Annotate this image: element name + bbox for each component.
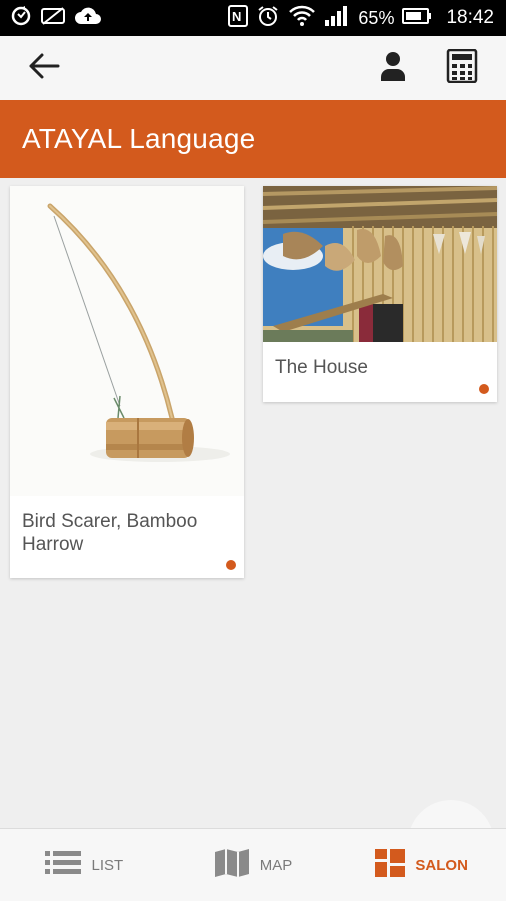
list-icon xyxy=(45,850,82,881)
back-arrow-icon xyxy=(28,52,60,85)
page-title: ATAYAL Language xyxy=(22,123,256,154)
section-header: ATAYAL Language xyxy=(0,100,506,178)
alarm-icon xyxy=(256,4,280,33)
card-label: Bird Scarer, Bamboo Harrow xyxy=(22,511,198,555)
calculator-icon xyxy=(446,48,478,87)
app-bar xyxy=(0,36,506,100)
sync-icon xyxy=(10,5,32,32)
profile-button[interactable] xyxy=(380,50,406,87)
signal-icon xyxy=(324,5,350,32)
bird-scarer-photo xyxy=(10,186,244,496)
indicator-dot xyxy=(226,560,236,570)
back-button[interactable] xyxy=(16,36,72,100)
cloud-upload-icon xyxy=(74,6,102,31)
clock: 18:42 xyxy=(446,7,494,28)
nfc-icon: N xyxy=(228,4,249,32)
svg-text:N: N xyxy=(232,9,241,24)
indicator-dot xyxy=(479,384,489,394)
nav-map-label: MAP xyxy=(259,856,293,874)
salon-grid-icon xyxy=(375,848,406,882)
nav-list-label: LIST xyxy=(91,856,124,874)
nav-salon[interactable]: SALON xyxy=(337,848,506,882)
card-bird-scarer[interactable]: Bird Scarer, Bamboo Harrow xyxy=(10,186,244,578)
nav-salon-label: SALON xyxy=(415,856,468,874)
map-icon xyxy=(214,848,250,883)
house-photo xyxy=(263,186,497,342)
card-label: The House xyxy=(275,357,368,378)
battery-icon xyxy=(402,7,432,29)
nav-map[interactable]: MAP xyxy=(169,848,338,883)
battery-percent: 65% xyxy=(358,7,395,28)
nav-list[interactable]: LIST xyxy=(0,850,169,881)
calculator-button[interactable] xyxy=(446,48,478,88)
card-the-house[interactable]: The House xyxy=(263,186,497,402)
sim-off-icon xyxy=(40,6,66,31)
status-bar: N 65% 18:42 xyxy=(0,0,506,36)
bottom-navigation: LIST MAP SALON xyxy=(0,828,506,901)
wifi-icon xyxy=(288,5,316,32)
person-icon xyxy=(380,51,406,86)
